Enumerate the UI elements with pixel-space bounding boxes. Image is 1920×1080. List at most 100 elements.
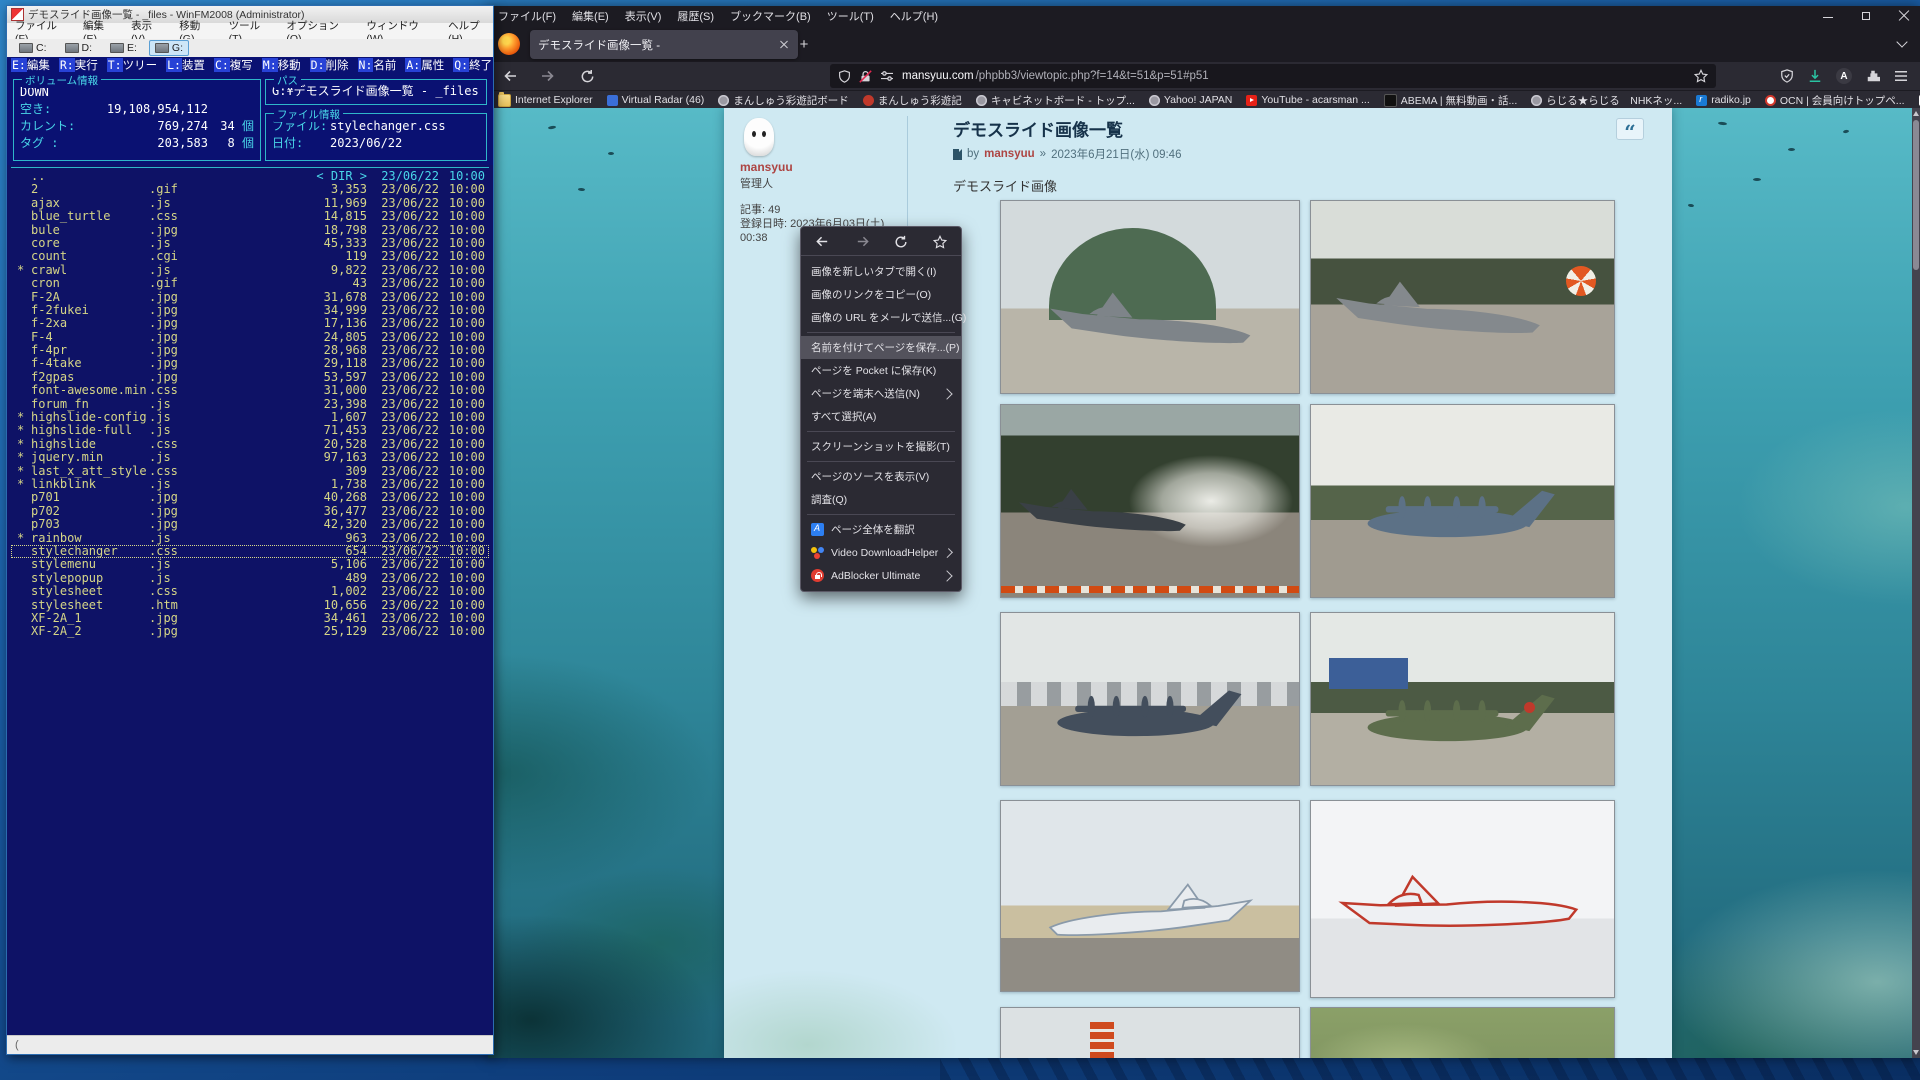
drive-button[interactable]: E: — [104, 40, 143, 56]
pocket-shield-icon[interactable] — [1780, 69, 1794, 83]
file-row[interactable]: stylechanger.css 654 23/06/22 10:00 — [11, 545, 489, 558]
menu-item-email-image-url[interactable]: 画像の URL をメールで送信...(G) — [801, 306, 961, 329]
bookmark-star-icon[interactable] — [1694, 69, 1708, 83]
active-tab[interactable]: デモスライド画像一覧 - — [530, 30, 798, 59]
insecure-lock-icon[interactable] — [859, 70, 872, 83]
forum-photo-5[interactable] — [1000, 612, 1300, 786]
file-row[interactable]: F-4.jpg 24,805 23/06/22 10:00 — [11, 331, 489, 344]
bookmark-item[interactable]: キャビネットボード - トップ... — [976, 93, 1135, 108]
file-row[interactable]: ajax.js 11,969 23/06/22 10:00 — [11, 197, 489, 210]
file-row[interactable]: core.js 45,333 23/06/22 10:00 — [11, 237, 489, 250]
file-row[interactable]: stylesheet.css 1,002 23/06/22 10:00 — [11, 585, 489, 598]
menu-item-send-to-device[interactable]: ページを端末へ送信(N) — [801, 382, 961, 405]
file-row[interactable]: 2.gif 3,353 23/06/22 10:00 — [11, 183, 489, 196]
cm-reload-icon[interactable] — [894, 235, 908, 249]
bookmark-item[interactable]: まんしゅう彩遊記ボード — [718, 93, 849, 108]
forward-icon[interactable] — [534, 65, 560, 87]
file-row[interactable]: forum_fn.js 23,398 23/06/22 10:00 — [11, 398, 489, 411]
drive-button[interactable]: G: — [149, 40, 189, 56]
bookmark-item[interactable]: ABEMA | 無料動画・話... — [1384, 93, 1518, 108]
file-row[interactable]: f-2xa.jpg 17,136 23/06/22 10:00 — [11, 317, 489, 330]
scrollbar-thumb[interactable] — [1913, 120, 1919, 270]
file-row[interactable]: F-2A.jpg 31,678 23/06/22 10:00 — [11, 291, 489, 304]
command-shortcut[interactable]: C:複写 — [214, 57, 253, 73]
forum-photo-7[interactable] — [1000, 800, 1300, 992]
menu-item-take-screenshot[interactable]: スクリーンショットを撮影(T) — [801, 435, 961, 458]
forum-photo-4[interactable] — [1310, 404, 1615, 598]
command-shortcut[interactable]: E:編集 — [11, 57, 50, 73]
list-tabs-chevron-icon[interactable] — [1896, 36, 1910, 50]
minimize-button[interactable] — [1822, 10, 1834, 22]
downloads-icon[interactable] — [1808, 69, 1822, 83]
bookmark-item[interactable]: まんしゅう彩遊記 — [863, 93, 962, 108]
file-row[interactable]: count.cgi 119 23/06/22 10:00 — [11, 250, 489, 263]
reload-icon[interactable] — [574, 65, 600, 87]
avatar[interactable] — [744, 118, 774, 156]
post-title[interactable]: デモスライド画像一覧 — [953, 116, 1123, 141]
menu-item-copy-image-link[interactable]: 画像のリンクをコピー(O) — [801, 283, 961, 306]
file-row[interactable]: * last_x_att_style.css 309 23/06/22 10:0… — [11, 465, 489, 478]
scroll-up-icon[interactable] — [1913, 111, 1919, 116]
forum-photo-2[interactable] — [1310, 200, 1615, 394]
command-shortcut[interactable]: Q:終了 — [453, 57, 492, 73]
menu-item-inspect[interactable]: 調査(Q) — [801, 488, 961, 511]
browser-menu-item[interactable]: 表示(V) — [625, 8, 662, 24]
command-shortcut[interactable]: N:名前 — [358, 57, 397, 73]
bookmark-item[interactable]: OCN | 会員向けトップペ... — [1765, 93, 1905, 108]
forum-photo-10[interactable] — [1310, 1007, 1615, 1058]
scroll-down-icon[interactable] — [1913, 1050, 1919, 1055]
menu-item-video-downloadhelper[interactable]: Video DownloadHelper — [801, 541, 961, 564]
file-row[interactable]: cron.gif 43 23/06/22 10:00 — [11, 277, 489, 290]
browser-menu-item[interactable]: ヘルプ(H) — [890, 8, 938, 24]
file-row[interactable]: stylemenu.js 5,106 23/06/22 10:00 — [11, 558, 489, 571]
command-shortcut[interactable]: L:装置 — [166, 57, 205, 73]
bookmark-item[interactable]: Yahoo! JAPAN — [1149, 94, 1232, 106]
adblocker-toolbar-icon[interactable]: A — [1836, 68, 1852, 84]
url-bar[interactable]: mansyuu.com/phpbb3/viewtopic.php?f=14&t=… — [830, 64, 1716, 88]
file-row[interactable]: * jquery.min.js 97,163 23/06/22 10:00 — [11, 451, 489, 464]
file-row[interactable]: * highslide-config.js 1,607 23/06/22 10:… — [11, 411, 489, 424]
menu-item-save-to-pocket[interactable]: ページを Pocket に保存(K) — [801, 359, 961, 382]
post-author-link[interactable]: mansyuu — [984, 148, 1035, 160]
permissions-icon[interactable] — [880, 70, 894, 82]
file-row[interactable]: p703.jpg 42,320 23/06/22 10:00 — [11, 518, 489, 531]
command-shortcut[interactable]: A:属性 — [405, 57, 444, 73]
forum-photo-1[interactable] — [1000, 200, 1300, 394]
file-row[interactable]: * rainbow.js 963 23/06/22 10:00 — [11, 532, 489, 545]
cm-bookmark-star-icon[interactable] — [933, 235, 947, 249]
drive-button[interactable]: C: — [13, 40, 53, 56]
drive-button[interactable]: D: — [59, 40, 99, 56]
menu-item-adblocker-ultimate[interactable]: AdBlocker Ultimate — [801, 564, 961, 587]
menu-item-select-all[interactable]: すべて選択(A) — [801, 405, 961, 428]
forum-photo-3[interactable] — [1000, 404, 1300, 598]
forum-photo-8[interactable] — [1310, 800, 1615, 998]
browser-menu-item[interactable]: ツール(T) — [827, 8, 874, 24]
file-row[interactable]: font-awesome.min.css 31,000 23/06/22 10:… — [11, 384, 489, 397]
file-row[interactable]: p702.jpg 36,477 23/06/22 10:00 — [11, 505, 489, 518]
page-scrollbar[interactable] — [1912, 108, 1920, 1058]
back-icon[interactable] — [498, 65, 524, 87]
bookmark-item[interactable]: Internet Explorer — [498, 94, 593, 107]
browser-menu-item[interactable]: 履歴(S) — [677, 8, 714, 24]
app-menu-icon[interactable] — [1894, 70, 1908, 82]
extension-icon[interactable] — [1866, 69, 1880, 83]
file-row[interactable]: f2gpas.jpg 53,597 23/06/22 10:00 — [11, 371, 489, 384]
menu-item-open-image-new-tab[interactable]: 画像を新しいタブで開く(I) — [801, 260, 961, 283]
file-row[interactable]: * highslide-full.js 71,453 23/06/22 10:0… — [11, 424, 489, 437]
menu-item-save-page-as[interactable]: 名前を付けてページを保存...(P) — [801, 336, 961, 359]
close-button[interactable] — [1898, 10, 1910, 22]
file-row[interactable]: f-4pr.jpg 28,968 23/06/22 10:00 — [11, 344, 489, 357]
browser-menu-item[interactable]: ファイル(F) — [498, 8, 556, 24]
file-row[interactable]: stylesheet.htm 10,656 23/06/22 10:00 — [11, 599, 489, 612]
bookmark-item[interactable]: radiko.jp — [1696, 94, 1751, 106]
tab-close-icon[interactable] — [778, 39, 790, 51]
maximize-button[interactable] — [1860, 10, 1872, 22]
file-row-parent-dir[interactable]: .. < DIR > 23/06/22 10:00 — [11, 170, 489, 183]
bookmark-item[interactable]: YouTube - acarsman ... — [1246, 94, 1369, 106]
menu-item-translate-page[interactable]: ページ全体を翻訳 — [801, 518, 961, 541]
cm-back-icon[interactable] — [815, 234, 830, 249]
file-row[interactable]: stylepopup.js 489 23/06/22 10:00 — [11, 572, 489, 585]
bookmark-item[interactable]: Virtual Radar (46) — [607, 94, 705, 106]
browser-menu-item[interactable]: 編集(E) — [572, 8, 609, 24]
cm-forward-icon[interactable] — [855, 234, 870, 249]
